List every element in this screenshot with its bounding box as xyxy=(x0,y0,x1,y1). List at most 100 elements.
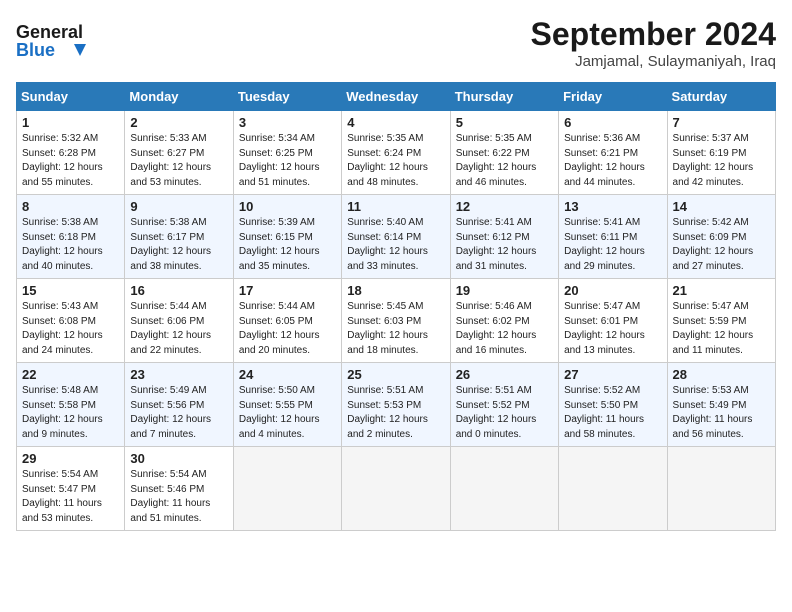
day-number: 23 xyxy=(130,367,227,382)
day-info: Sunrise: 5:54 AMSunset: 5:46 PMDaylight:… xyxy=(130,468,227,526)
day-number: 28 xyxy=(673,367,770,382)
day-number: 15 xyxy=(22,283,119,298)
table-row: 15 Sunrise: 5:43 AMSunset: 6:08 PMDayligh… xyxy=(17,279,125,363)
day-number: 13 xyxy=(564,199,661,214)
day-number: 24 xyxy=(239,367,336,382)
table-row: 5 Sunrise: 5:35 AMSunset: 6:22 PMDaylight… xyxy=(450,111,558,195)
page-header: General Blue September 2024 Jamjamal, Su… xyxy=(16,16,776,70)
day-number: 2 xyxy=(130,115,227,130)
day-info: Sunrise: 5:41 AMSunset: 6:12 PMDaylight:… xyxy=(456,216,553,274)
table-row: 28 Sunrise: 5:53 AMSunset: 5:49 PMDayligh… xyxy=(667,363,775,447)
table-row xyxy=(342,447,450,531)
day-info: Sunrise: 5:43 AMSunset: 6:08 PMDaylight:… xyxy=(22,300,119,358)
day-number: 11 xyxy=(347,199,444,214)
day-info: Sunrise: 5:38 AMSunset: 6:18 PMDaylight:… xyxy=(22,216,119,274)
day-number: 19 xyxy=(456,283,553,298)
col-saturday: Saturday xyxy=(667,83,775,111)
title-section: September 2024 Jamjamal, Sulaymaniyah, I… xyxy=(531,16,776,70)
day-info: Sunrise: 5:39 AMSunset: 6:15 PMDaylight:… xyxy=(239,216,336,274)
day-info: Sunrise: 5:51 AMSunset: 5:52 PMDaylight:… xyxy=(456,384,553,442)
day-info: Sunrise: 5:51 AMSunset: 5:53 PMDaylight:… xyxy=(347,384,444,442)
table-row: 3 Sunrise: 5:34 AMSunset: 6:25 PMDaylight… xyxy=(233,111,341,195)
table-row: 22Sunrise: 5:48 AMSunset: 5:58 PMDayligh… xyxy=(17,363,125,447)
calendar-week-row: 22Sunrise: 5:48 AMSunset: 5:58 PMDayligh… xyxy=(17,363,776,447)
table-row xyxy=(667,447,775,531)
calendar-week-row: 8 Sunrise: 5:38 AMSunset: 6:18 PMDaylight… xyxy=(17,195,776,279)
day-info: Sunrise: 5:46 AMSunset: 6:02 PMDaylight:… xyxy=(456,300,553,358)
day-info: Sunrise: 5:54 AMSunset: 5:47 PMDaylight:… xyxy=(22,468,119,526)
table-row: 8 Sunrise: 5:38 AMSunset: 6:18 PMDaylight… xyxy=(17,195,125,279)
month-title: September 2024 xyxy=(531,16,776,53)
day-info: Sunrise: 5:35 AMSunset: 6:22 PMDaylight:… xyxy=(456,132,553,190)
table-row: 27Sunrise: 5:52 AMSunset: 5:50 PMDayligh… xyxy=(559,363,667,447)
day-info: Sunrise: 5:41 AMSunset: 6:11 PMDaylight:… xyxy=(564,216,661,274)
table-row: 29Sunrise: 5:54 AMSunset: 5:47 PMDayligh… xyxy=(17,447,125,531)
day-info: Sunrise: 5:47 AMSunset: 6:01 PMDaylight:… xyxy=(564,300,661,358)
day-info: Sunrise: 5:47 AMSunset: 5:59 PMDaylight:… xyxy=(673,300,770,358)
col-friday: Friday xyxy=(559,83,667,111)
day-number: 3 xyxy=(239,115,336,130)
table-row: 1Sunrise: 5:32 AMSunset: 6:28 PMDaylight… xyxy=(17,111,125,195)
table-row: 17Sunrise: 5:44 AMSunset: 6:05 PMDayligh… xyxy=(233,279,341,363)
day-info: Sunrise: 5:50 AMSunset: 5:55 PMDaylight:… xyxy=(239,384,336,442)
day-info: Sunrise: 5:53 AMSunset: 5:49 PMDaylight:… xyxy=(673,384,770,442)
table-row: 19 Sunrise: 5:46 AMSunset: 6:02 PMDayligh… xyxy=(450,279,558,363)
table-row: 23Sunrise: 5:49 AMSunset: 5:56 PMDayligh… xyxy=(125,363,233,447)
svg-text:Blue: Blue xyxy=(16,40,55,60)
day-number: 25 xyxy=(347,367,444,382)
table-row: 13 Sunrise: 5:41 AMSunset: 6:11 PMDayligh… xyxy=(559,195,667,279)
table-row xyxy=(450,447,558,531)
col-sunday: Sunday xyxy=(17,83,125,111)
day-number: 7 xyxy=(673,115,770,130)
table-row: 30 Sunrise: 5:54 AMSunset: 5:46 PMDayligh… xyxy=(125,447,233,531)
day-info: Sunrise: 5:32 AMSunset: 6:28 PMDaylight:… xyxy=(22,132,119,190)
table-row: 9 Sunrise: 5:38 AMSunset: 6:17 PMDaylight… xyxy=(125,195,233,279)
table-row: 24 Sunrise: 5:50 AMSunset: 5:55 PMDayligh… xyxy=(233,363,341,447)
day-number: 21 xyxy=(673,283,770,298)
table-row xyxy=(559,447,667,531)
col-tuesday: Tuesday xyxy=(233,83,341,111)
calendar-week-row: 29Sunrise: 5:54 AMSunset: 5:47 PMDayligh… xyxy=(17,447,776,531)
header-row: Sunday Monday Tuesday Wednesday Thursday… xyxy=(17,83,776,111)
table-row: 2 Sunrise: 5:33 AMSunset: 6:27 PMDaylight… xyxy=(125,111,233,195)
day-number: 26 xyxy=(456,367,553,382)
day-number: 5 xyxy=(456,115,553,130)
day-number: 30 xyxy=(130,451,227,466)
table-row: 6 Sunrise: 5:36 AMSunset: 6:21 PMDaylight… xyxy=(559,111,667,195)
day-number: 8 xyxy=(22,199,119,214)
day-info: Sunrise: 5:38 AMSunset: 6:17 PMDaylight:… xyxy=(130,216,227,274)
day-info: Sunrise: 5:33 AMSunset: 6:27 PMDaylight:… xyxy=(130,132,227,190)
col-monday: Monday xyxy=(125,83,233,111)
day-number: 9 xyxy=(130,199,227,214)
day-info: Sunrise: 5:48 AMSunset: 5:58 PMDaylight:… xyxy=(22,384,119,442)
table-row: 10 Sunrise: 5:39 AMSunset: 6:15 PMDayligh… xyxy=(233,195,341,279)
col-wednesday: Wednesday xyxy=(342,83,450,111)
day-info: Sunrise: 5:34 AMSunset: 6:25 PMDaylight:… xyxy=(239,132,336,190)
day-info: Sunrise: 5:45 AMSunset: 6:03 PMDaylight:… xyxy=(347,300,444,358)
logo: General Blue xyxy=(16,16,86,66)
location: Jamjamal, Sulaymaniyah, Iraq xyxy=(531,53,776,70)
svg-text:General: General xyxy=(16,22,83,42)
table-row: 12 Sunrise: 5:41 AMSunset: 6:12 PMDayligh… xyxy=(450,195,558,279)
table-row xyxy=(233,447,341,531)
table-row: 20 Sunrise: 5:47 AMSunset: 6:01 PMDayligh… xyxy=(559,279,667,363)
day-number: 12 xyxy=(456,199,553,214)
day-number: 16 xyxy=(130,283,227,298)
day-info: Sunrise: 5:35 AMSunset: 6:24 PMDaylight:… xyxy=(347,132,444,190)
table-row: 26 Sunrise: 5:51 AMSunset: 5:52 PMDayligh… xyxy=(450,363,558,447)
calendar-table: Sunday Monday Tuesday Wednesday Thursday… xyxy=(16,82,776,531)
day-number: 10 xyxy=(239,199,336,214)
table-row: 4 Sunrise: 5:35 AMSunset: 6:24 PMDaylight… xyxy=(342,111,450,195)
table-row: 14Sunrise: 5:42 AMSunset: 6:09 PMDayligh… xyxy=(667,195,775,279)
day-number: 20 xyxy=(564,283,661,298)
day-number: 4 xyxy=(347,115,444,130)
day-number: 6 xyxy=(564,115,661,130)
day-info: Sunrise: 5:52 AMSunset: 5:50 PMDaylight:… xyxy=(564,384,661,442)
day-number: 17 xyxy=(239,283,336,298)
logo-svg: General Blue xyxy=(16,16,86,66)
day-info: Sunrise: 5:36 AMSunset: 6:21 PMDaylight:… xyxy=(564,132,661,190)
day-info: Sunrise: 5:44 AMSunset: 6:06 PMDaylight:… xyxy=(130,300,227,358)
table-row: 11Sunrise: 5:40 AMSunset: 6:14 PMDayligh… xyxy=(342,195,450,279)
day-number: 14 xyxy=(673,199,770,214)
day-info: Sunrise: 5:37 AMSunset: 6:19 PMDaylight:… xyxy=(673,132,770,190)
